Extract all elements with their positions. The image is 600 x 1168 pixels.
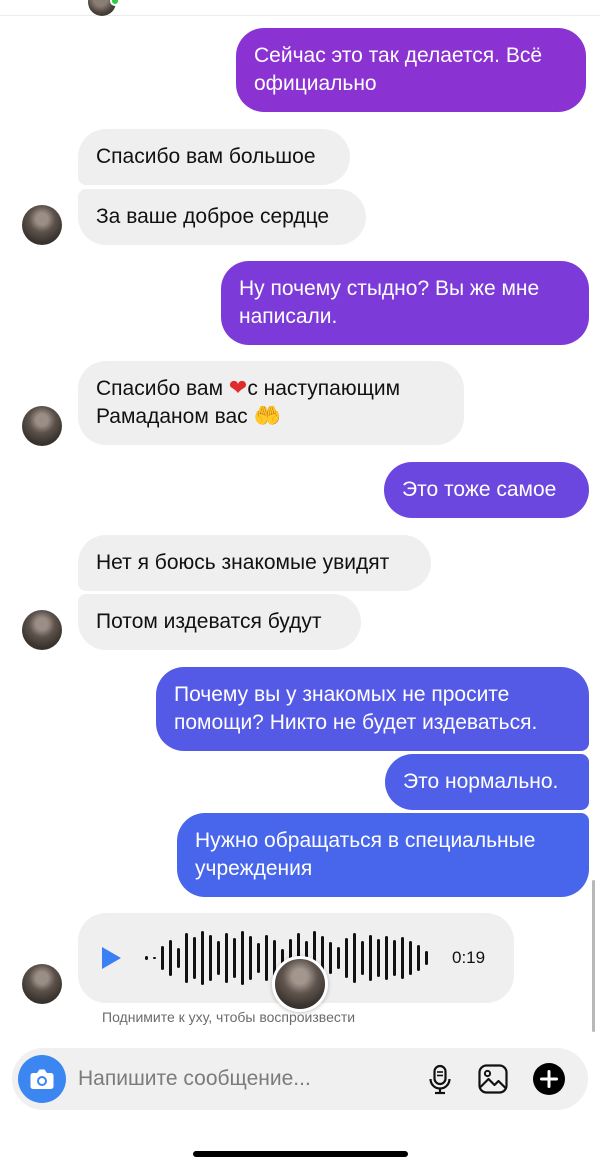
message-bubble-incoming[interactable]: Потом издеватся будут — [78, 594, 361, 650]
message-text: с наступающим — [247, 377, 401, 400]
message-composer — [12, 1048, 588, 1110]
message-bubble-outgoing[interactable]: Почему вы у знакомых не просите помощи? … — [156, 667, 589, 751]
message-text: Это тоже самое — [402, 478, 557, 501]
message-text: За ваше доброе сердце — [96, 205, 330, 228]
home-indicator[interactable] — [193, 1151, 408, 1157]
message-bubble-outgoing[interactable]: Это тоже самое — [384, 462, 589, 518]
sender-avatar[interactable] — [22, 205, 62, 245]
microphone-icon[interactable] — [422, 1061, 458, 1097]
message-bubble-incoming[interactable]: Нет я боюсь знакомые увидят — [78, 535, 431, 591]
message-bubble-incoming[interactable]: Спасибо вам большое — [78, 129, 350, 185]
chat-header — [0, 0, 600, 16]
message-text: Нет я боюсь знакомые увидят — [96, 551, 390, 574]
online-status-dot — [110, 0, 120, 6]
camera-icon — [30, 1069, 54, 1089]
message-text: Спасибо вам — [96, 377, 224, 400]
message-text: Потом издеватся будут — [96, 610, 322, 633]
scrollbar[interactable] — [592, 880, 595, 1032]
message-text: Почему вы у знакомых не просите помощи? … — [174, 683, 538, 734]
sender-avatar[interactable] — [22, 610, 62, 650]
message-text: Нужно обращаться в специальные учреждени… — [195, 829, 536, 880]
voice-sender-avatar — [272, 956, 328, 1012]
message-text: Рамаданом вас — [96, 405, 248, 428]
sender-avatar[interactable] — [22, 964, 62, 1004]
camera-button[interactable] — [18, 1055, 66, 1103]
play-icon[interactable] — [102, 947, 121, 969]
heart-emoji-icon: ❤ — [228, 376, 248, 401]
message-input[interactable] — [78, 1048, 378, 1110]
message-bubble-incoming[interactable]: Спасибо вам ❤с наступающим Рамаданом вас… — [78, 361, 464, 445]
voice-playback-hint: Поднимите к уху, чтобы воспроизвести — [102, 1009, 356, 1025]
message-text: Спасибо вам большое — [96, 145, 316, 168]
message-bubble-outgoing[interactable]: Это нормально. — [385, 754, 589, 810]
message-bubble-outgoing[interactable]: Сейчас это так делается. Всё официально — [236, 28, 586, 112]
message-bubble-incoming[interactable]: За ваше доброе сердце — [78, 189, 366, 245]
message-text: Это нормально. — [403, 770, 559, 793]
sender-avatar[interactable] — [22, 406, 62, 446]
plus-icon[interactable] — [531, 1061, 567, 1097]
message-text: Ну почему стыдно? Вы же мне написали. — [239, 277, 540, 328]
gallery-icon[interactable] — [475, 1061, 511, 1097]
praying-hands-emoji-icon: 🤲 — [253, 404, 281, 429]
message-text: Сейчас это так делается. Всё официально — [254, 44, 543, 95]
message-bubble-outgoing[interactable]: Ну почему стыдно? Вы же мне написали. — [221, 261, 589, 345]
message-bubble-outgoing[interactable]: Нужно обращаться в специальные учреждени… — [177, 813, 589, 897]
voice-duration: 0:19 — [452, 948, 486, 967]
